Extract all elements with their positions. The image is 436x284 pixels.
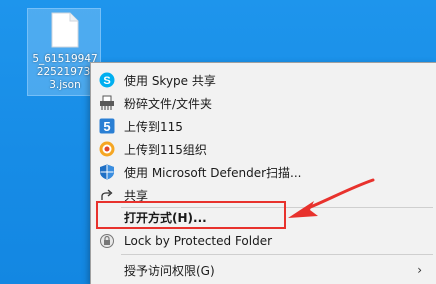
svg-text:5: 5: [103, 119, 110, 134]
shredder-icon: [99, 95, 115, 111]
menu-item-label: Lock by Protected Folder: [124, 234, 273, 248]
lock-folder-icon: [99, 233, 115, 249]
chevron-right-icon: ›: [417, 263, 422, 277]
context-menu: S 使用 Skype 共享 粉碎文件/文件夹 5 上传到115 上传到115组织…: [90, 62, 436, 284]
annotation-arrow-icon: [288, 178, 375, 218]
desktop-background[interactable]: 5_61519947 22521973l 3.json S 使用 Skype 共…: [0, 0, 436, 284]
menu-item-label: 授予访问权限(G): [124, 263, 215, 278]
menu-item-lock-protected-folder[interactable]: Lock by Protected Folder: [91, 230, 436, 252]
upload-115-org-icon: [99, 141, 115, 157]
menu-item-shred[interactable]: 粉碎文件/文件夹: [91, 92, 436, 114]
menu-separator: [121, 254, 433, 255]
svg-text:S: S: [103, 75, 110, 87]
menu-item-label: 使用 Microsoft Defender扫描...: [124, 165, 302, 180]
menu-item-label: 粉碎文件/文件夹: [124, 96, 213, 111]
menu-item-upload-115[interactable]: 5 上传到115: [91, 115, 436, 137]
menu-item-label: 使用 Skype 共享: [124, 73, 216, 88]
menu-item-upload-115-org[interactable]: 上传到115组织: [91, 138, 436, 160]
menu-item-skype-share[interactable]: S 使用 Skype 共享: [91, 69, 436, 91]
defender-shield-icon: [99, 164, 115, 180]
annotation-highlight-box: [96, 201, 286, 229]
menu-item-label: 上传到115: [124, 119, 183, 134]
menu-item-grant-access[interactable]: 授予访问权限(G) ›: [91, 259, 436, 281]
menu-item-defender-scan[interactable]: 使用 Microsoft Defender扫描...: [91, 161, 436, 183]
file-icon: [51, 12, 79, 48]
menu-item-label: 上传到115组织: [124, 142, 207, 157]
skype-icon: S: [99, 72, 115, 88]
upload-115-icon: 5: [99, 118, 115, 134]
